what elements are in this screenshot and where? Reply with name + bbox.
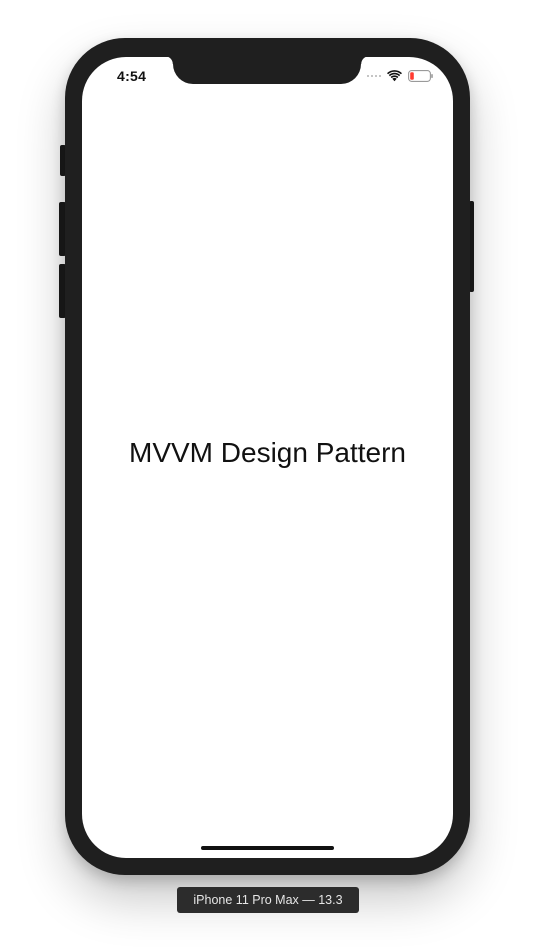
- device-label: iPhone 11 Pro Max — 13.3: [177, 887, 359, 913]
- cellular-signal-icon: [367, 75, 381, 77]
- status-time: 4:54: [117, 68, 147, 84]
- wifi-icon: [387, 70, 402, 82]
- status-icons: [367, 68, 433, 84]
- home-indicator[interactable]: [201, 846, 334, 850]
- battery-low-icon: [408, 70, 433, 82]
- notch: [165, 56, 369, 84]
- main-title: MVVM Design Pattern: [129, 437, 406, 468]
- simulator-window: 4:54 MVVM Design Pattern iPhone 11 Pro M…: [0, 0, 535, 950]
